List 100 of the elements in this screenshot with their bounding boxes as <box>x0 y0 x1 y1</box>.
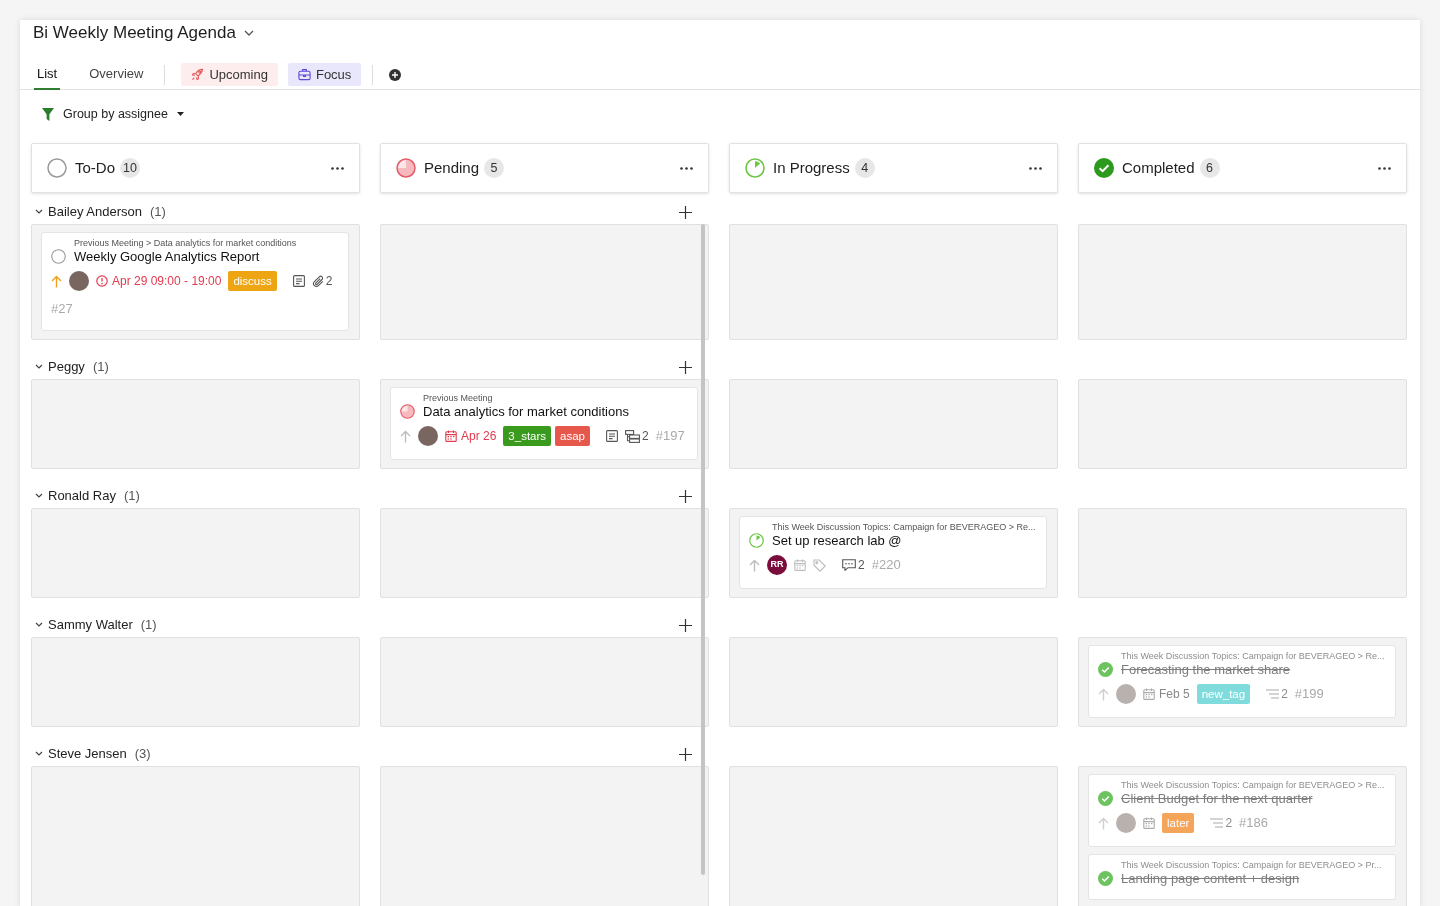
task-count: 4 <box>854 158 875 178</box>
task-title: Landing page content + design <box>1121 871 1301 886</box>
plus-icon[interactable] <box>679 360 692 374</box>
group-count: (1) <box>149 203 166 222</box>
avatar-placeholder[interactable] <box>69 271 89 291</box>
column-title: To-Do <box>75 157 115 178</box>
task-breadcrumb: Previous Meeting <box>423 393 494 404</box>
scrollbar-thumb[interactable] <box>701 224 705 875</box>
briefcase-icon <box>297 68 311 81</box>
avatar[interactable]: RR <box>767 555 787 575</box>
more-icon[interactable] <box>1378 166 1391 170</box>
task-tag[interactable]: asap <box>555 426 590 446</box>
group-count: (1) <box>92 358 109 377</box>
progress-ring-icon[interactable] <box>749 533 764 548</box>
view-tab[interactable]: Overview <box>86 59 147 90</box>
due-date[interactable]: Feb 5 <box>1159 685 1190 703</box>
plus-icon[interactable] <box>679 205 692 219</box>
task-title: Client Budget for the next quarter <box>1121 791 1314 806</box>
plus-icon[interactable] <box>679 618 692 632</box>
progress-ring-icon[interactable] <box>745 158 765 178</box>
task-number: #186 <box>1239 815 1268 831</box>
chevron-down-icon[interactable] <box>243 30 254 36</box>
task-count: 6 <box>1199 158 1220 178</box>
check-circle-icon[interactable] <box>1094 158 1114 178</box>
group-toggle[interactable]: Steve Jensen <box>35 744 127 764</box>
tag-icon[interactable] <box>813 558 826 572</box>
task-number: #27 <box>51 301 73 317</box>
task-card[interactable]: This Week Discussion Topics: Campaign for BEVERAGEO > Re... Set up research lab @ RR 2 #220 <box>739 516 1047 589</box>
rocket-icon <box>191 68 205 81</box>
column-title: In Progress <box>773 157 850 178</box>
checklist-count: 2 <box>1225 815 1233 832</box>
due-date[interactable]: Apr 26 <box>461 427 497 445</box>
task-breadcrumb: This Week Discussion Topics: Campaign for BEVERAGEO > Re... <box>1121 651 1385 662</box>
comment-count: 2 <box>858 557 865 574</box>
task-card[interactable]: This Week Discussion Topics: Campaign for BEVERAGEO > Re... Client Budget for the next quarter later 2 #186 <box>1088 774 1396 847</box>
group-toggle[interactable]: Peggy <box>35 357 85 377</box>
group-count: (1) <box>140 616 157 635</box>
task-card[interactable]: Previous Meeting Data analytics for market conditions Apr 26 3_stars asap 2 #197 <box>390 387 698 460</box>
plus-circle-icon[interactable] <box>389 68 402 81</box>
task-breadcrumb: This Week Discussion Topics: Campaign for BEVERAGEO > Pr... <box>1121 860 1382 871</box>
subtask-count: 2 <box>642 428 649 445</box>
check-circle-icon[interactable] <box>1098 871 1113 886</box>
check-circle-icon[interactable] <box>1098 662 1113 677</box>
task-tag[interactable]: 3_stars <box>503 426 552 446</box>
task-title: Forecasting the market share <box>1121 662 1292 677</box>
task-count: 10 <box>120 158 140 178</box>
plus-icon[interactable] <box>679 747 692 761</box>
task-number: #199 <box>1294 686 1324 702</box>
task-count: 5 <box>484 158 505 178</box>
speech-bubble-icon[interactable] <box>842 559 856 571</box>
task-number: #197 <box>655 428 685 444</box>
due-date[interactable]: Apr 29 09:00 - 19:00 <box>112 272 222 290</box>
group-count: (1) <box>123 487 140 506</box>
column-title: Pending <box>424 157 480 178</box>
view-tab[interactable]: List <box>34 59 61 90</box>
check-circle-icon[interactable] <box>1098 791 1113 806</box>
paperclip-icon[interactable] <box>311 274 324 288</box>
funnel-icon <box>42 107 54 121</box>
avatar-placeholder[interactable] <box>418 426 438 446</box>
group-by-dropdown[interactable]: Group by assignee <box>42 103 184 125</box>
more-icon[interactable] <box>331 166 344 170</box>
plus-icon[interactable] <box>679 489 692 503</box>
column-title: Completed <box>1122 157 1195 178</box>
arrow-up-icon[interactable] <box>51 274 62 288</box>
group-toggle[interactable]: Ronald Ray <box>35 486 116 506</box>
more-icon[interactable] <box>680 166 693 170</box>
calendar-icon[interactable] <box>445 430 457 442</box>
calendar-icon[interactable] <box>794 559 806 571</box>
arrow-up-icon[interactable] <box>400 429 411 443</box>
task-title: Data analytics for market conditions <box>423 404 629 419</box>
document-icon[interactable] <box>606 430 618 442</box>
calendar-icon[interactable] <box>1143 688 1155 700</box>
document-icon[interactable] <box>292 275 305 287</box>
calendar-icon[interactable] <box>1143 817 1155 829</box>
group-count: (3) <box>134 745 151 764</box>
view-tab[interactable]: Focus <box>287 63 362 86</box>
empty-circle-icon[interactable] <box>47 158 67 178</box>
pie-circle-icon[interactable] <box>396 158 416 178</box>
view-tab[interactable]: Upcoming <box>181 63 278 86</box>
task-number: #220 <box>871 557 901 573</box>
task-title: Weekly Google Analytics Report <box>74 249 261 264</box>
task-card[interactable]: This Week Discussion Topics: Campaign for BEVERAGEO > Pr... Landing page content + design <box>1088 854 1396 900</box>
board-title: Bi Weekly Meeting Agenda <box>33 22 236 44</box>
task-card[interactable]: Previous Meeting > Data analytics for market conditions Weekly Google Analytics Report Apr 29 09:00 - 19:00 discuss 2 #27 <box>41 232 349 331</box>
task-card[interactable]: This Week Discussion Topics: Campaign for BEVERAGEO > Re... Forecasting the market share Feb 5 new_tag 2 #199 <box>1088 645 1396 718</box>
attachment-count: 2 <box>325 273 333 290</box>
task-breadcrumb: This Week Discussion Topics: Campaign for BEVERAGEO > Re... <box>1121 780 1385 791</box>
empty-circle-icon[interactable] <box>51 249 66 264</box>
more-icon[interactable] <box>1029 166 1042 170</box>
group-toggle[interactable]: Bailey Anderson <box>35 202 142 222</box>
task-breadcrumb: This Week Discussion Topics: Campaign for BEVERAGEO > Re... <box>772 522 1036 533</box>
alert-circle-icon[interactable] <box>96 275 108 287</box>
task-breadcrumb: Previous Meeting > Data analytics for market conditions <box>74 238 297 249</box>
checklist-count: 2 <box>1281 686 1288 703</box>
pie-circle-icon[interactable] <box>400 404 415 419</box>
task-title: Set up research lab @ <box>772 533 903 548</box>
group-toggle[interactable]: Sammy Walter <box>35 615 133 635</box>
hierarchy-icon[interactable] <box>625 429 640 443</box>
arrow-up-icon[interactable] <box>749 558 760 572</box>
caret-icon <box>176 112 184 116</box>
